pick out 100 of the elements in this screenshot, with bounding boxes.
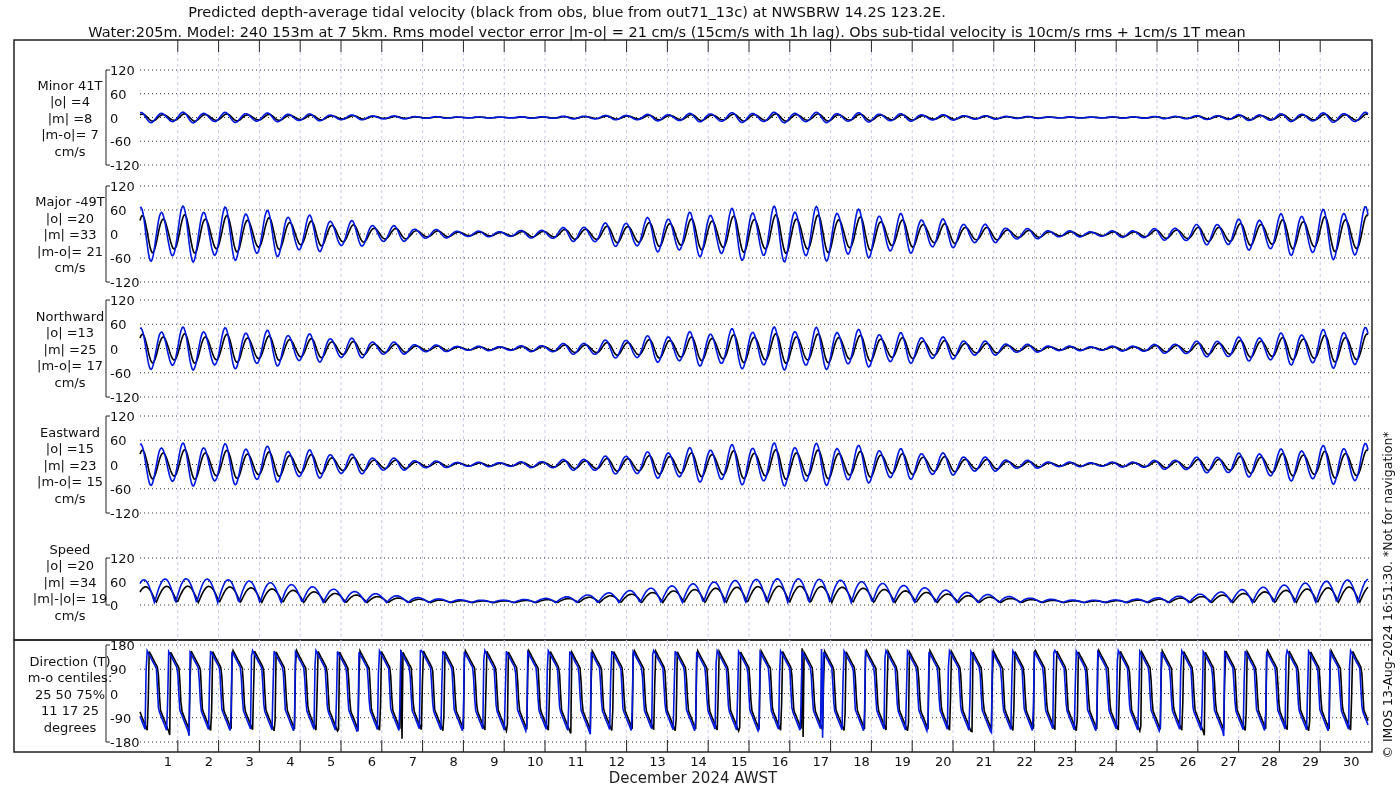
x-tick-label: 20 — [934, 754, 952, 769]
y-tick-label: 0 — [110, 341, 119, 357]
x-tick-label: 8 — [449, 754, 458, 769]
x-tick-label: 3 — [245, 754, 254, 769]
x-tick-mark — [340, 39, 342, 53]
panel-label: |o| =15 — [45, 441, 95, 456]
x-tick-mark — [952, 39, 954, 53]
x-tick-label: 9 — [490, 754, 499, 769]
x-tick-mark — [1238, 739, 1240, 753]
x-tick-label: 21 — [975, 754, 993, 769]
y-tick-label: -120 — [110, 275, 140, 290]
x-tick-label: 27 — [1220, 754, 1238, 769]
panel-label: |m-o|= 7 — [41, 127, 99, 142]
panel-label: |m| =8 — [47, 110, 93, 126]
x-tick-mark — [707, 39, 709, 53]
y-tick-label: 0 — [110, 110, 119, 126]
y-tick-label: 60 — [110, 203, 127, 218]
y-axis-line — [105, 557, 111, 606]
panel-label: Major -49T — [35, 194, 105, 209]
panel-label: cm/s — [54, 143, 86, 159]
panel-label: |m-o|= 21 — [37, 243, 103, 259]
y-tick-label: 60 — [110, 317, 127, 333]
y-tick-label: -60 — [110, 251, 132, 266]
x-tick-mark — [381, 39, 383, 53]
y-tick-label: 120 — [110, 179, 135, 194]
panel-label: |m| =34 — [43, 574, 97, 590]
x-tick-mark — [462, 39, 464, 53]
panel-label: |o| =4 — [50, 94, 90, 109]
x-tick-mark — [1238, 39, 1240, 53]
y-tick-label: -60 — [110, 134, 132, 150]
x-tick-mark — [1278, 39, 1280, 53]
x-tick-mark — [299, 739, 301, 753]
x-tick-mark — [544, 39, 546, 53]
x-tick-mark — [1319, 39, 1321, 53]
y-tick-label: 0 — [110, 686, 119, 702]
panel-label: Eastward — [40, 424, 100, 440]
x-tick-mark — [381, 739, 383, 753]
panel-label: |m| =23 — [43, 457, 97, 473]
y-tick-label: -90 — [110, 710, 132, 726]
x-tick-mark — [503, 39, 505, 53]
panel-label: cm/s — [54, 607, 86, 623]
x-tick-mark — [1278, 739, 1280, 753]
x-tick-mark — [258, 739, 260, 753]
x-tick-label: 24 — [1098, 754, 1115, 769]
y-tick-label: -180 — [110, 735, 140, 750]
x-tick-mark — [870, 39, 872, 53]
x-tick-mark — [666, 739, 668, 753]
x-tick-mark — [1319, 739, 1321, 753]
y-tick-label: -60 — [110, 481, 132, 497]
x-tick-mark — [748, 739, 750, 753]
y-tick-label: 0 — [110, 598, 119, 613]
x-tick-mark — [1115, 39, 1117, 53]
x-tick-label: 17 — [812, 754, 830, 769]
panel-label: degrees — [43, 719, 97, 735]
x-tick-label: 15 — [730, 754, 748, 769]
panel-label: |o| =20 — [45, 210, 95, 226]
x-tick-label: 7 — [408, 754, 417, 769]
x-tick-mark — [177, 39, 179, 53]
panel-label: |o| =13 — [45, 325, 95, 340]
x-tick-mark — [789, 39, 791, 53]
x-tick-label: 28 — [1261, 754, 1278, 769]
chart-title: Water:205m. Model: 240 153m at 7 5km. Rms model vector error |m-o| = 21 cm/s (15cm/s with 1h lag). Obs sub-tidal velocity is 10cm/s rms + 1cm/s 1T mean — [88, 24, 1246, 40]
x-tick-label: 29 — [1302, 754, 1319, 769]
x-tick-mark — [1074, 39, 1076, 53]
x-tick-mark — [993, 739, 995, 753]
y-tick-label: 120 — [110, 409, 135, 424]
x-tick-label: 13 — [649, 754, 666, 769]
x-tick-label: 6 — [367, 754, 377, 769]
y-tick-label: -120 — [110, 390, 140, 405]
x-tick-mark — [952, 739, 954, 753]
panel-label: cm/s — [54, 260, 86, 275]
x-tick-mark — [177, 739, 179, 753]
y-tick-label: 120 — [110, 293, 135, 308]
x-tick-mark — [707, 739, 709, 753]
y-tick-label: 60 — [110, 86, 127, 102]
y-tick-label: 180 — [110, 638, 135, 653]
panel-label: |m| =33 — [43, 227, 97, 242]
panel-label: |o| =20 — [45, 558, 95, 573]
panel-label: Direction (T) — [29, 653, 111, 669]
panel-label: |m-o|= 15 — [37, 474, 103, 489]
panel-label: cm/s — [54, 374, 86, 390]
x-tick-label: 30 — [1342, 754, 1360, 769]
x-tick-mark — [626, 39, 628, 53]
y-tick-label: 60 — [110, 574, 127, 590]
x-tick-label: 19 — [894, 754, 911, 769]
x-tick-mark — [299, 39, 301, 53]
x-tick-label: 5 — [327, 754, 336, 769]
x-tick-mark — [1034, 739, 1036, 753]
y-tick-label: 0 — [110, 457, 119, 473]
panel-label: |m| =25 — [43, 341, 97, 357]
x-tick-mark — [585, 39, 587, 53]
x-tick-label: 2 — [204, 754, 213, 769]
x-tick-mark — [1197, 39, 1199, 53]
y-tick-label: 120 — [110, 63, 135, 78]
y-tick-label: -60 — [110, 365, 132, 381]
panel-label: Minor 41T — [37, 77, 103, 93]
x-tick-mark — [1074, 739, 1076, 753]
panel-label: 25 50 75% — [34, 686, 106, 702]
y-tick-label: -120 — [110, 158, 140, 173]
x-axis-title: December 2024 AWST — [608, 769, 778, 787]
